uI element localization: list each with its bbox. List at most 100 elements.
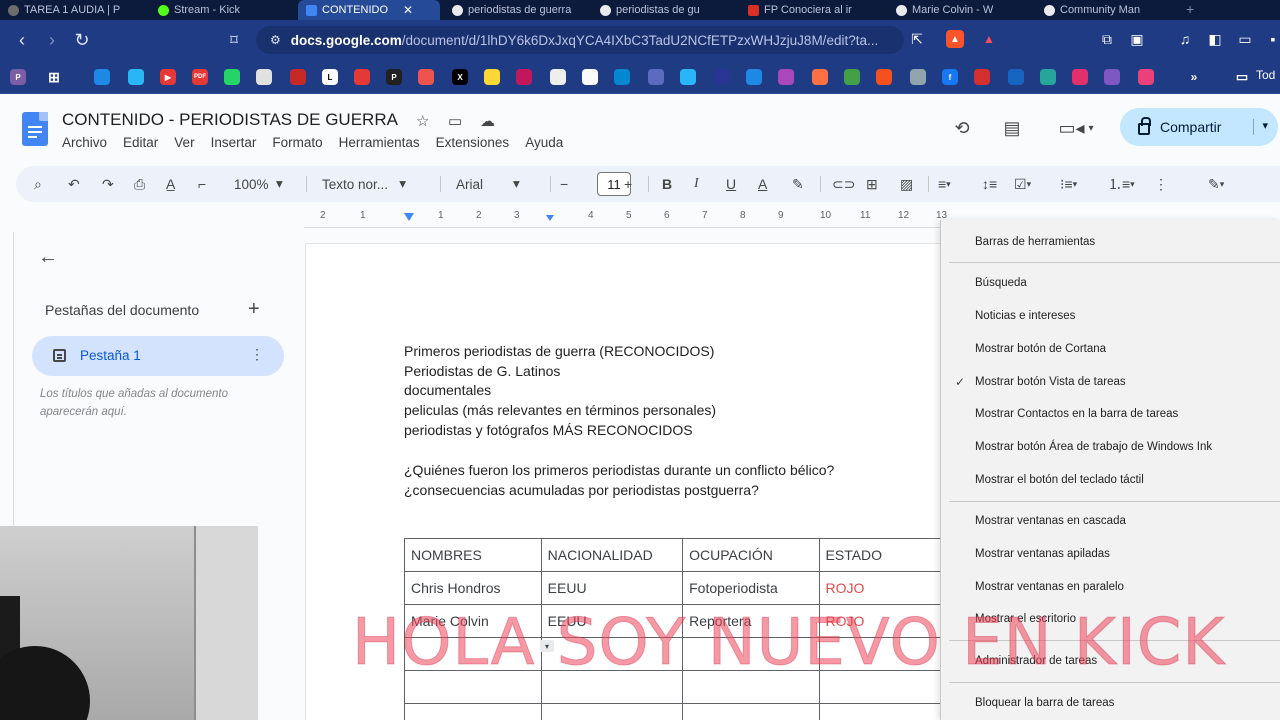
tab-stop-marker-icon[interactable] [546, 215, 554, 221]
menu-item-lock-taskbar[interactable]: Bloquear la barra de tareas [975, 697, 1114, 709]
bookmark-icon[interactable] [550, 69, 566, 85]
menu-item-contacts[interactable]: Mostrar Contactos en la barra de tareas [975, 408, 1178, 420]
bookmark-icon[interactable] [1104, 69, 1120, 85]
bookmark-icon[interactable] [290, 69, 306, 85]
table-cell[interactable]: Chris Hondros [404, 571, 542, 605]
bookmark-icon[interactable] [1138, 69, 1154, 85]
underline-icon[interactable]: U [726, 174, 736, 194]
doc-question[interactable]: ¿consecuencias acumuladas por periodista… [404, 480, 834, 500]
table-cell[interactable] [540, 703, 684, 720]
more-bookmarks-icon[interactable]: » [1186, 69, 1202, 85]
decrease-font-size-icon[interactable]: − [560, 174, 568, 194]
menu-archivo[interactable]: Archivo [62, 135, 107, 150]
numbered-list-icon[interactable]: ⒈≡ ▾ [1108, 174, 1135, 194]
browser-tab[interactable]: FP Conociera al ir [740, 0, 886, 20]
menu-item-stacked[interactable]: Mostrar ventanas apiladas [975, 548, 1110, 560]
bookmark-icon[interactable] [582, 69, 598, 85]
font-select[interactable]: Arial ▾ [456, 174, 520, 194]
highlight-icon[interactable]: ✎ [792, 174, 804, 194]
doc-line[interactable]: periodistas y fotógrafos MÁS RECONOCIDOS [404, 421, 716, 441]
bookmark-icon[interactable] [516, 69, 532, 85]
zoom-select[interactable]: 100% ▾ [234, 174, 283, 194]
menu-insertar[interactable]: Insertar [211, 135, 257, 150]
bookmark-p-icon[interactable]: P [10, 69, 26, 85]
media-icon[interactable]: ♫ [1176, 30, 1194, 48]
bulleted-list-icon[interactable]: ⁝≡ ▾ [1060, 174, 1077, 194]
menu-formato[interactable]: Formato [272, 135, 322, 150]
star-icon[interactable]: ☆ [416, 112, 429, 130]
table-header-cell[interactable]: NACIONALIDAD [540, 538, 684, 572]
add-tab-icon[interactable]: + [248, 298, 260, 321]
bookmark-icon[interactable] [680, 69, 696, 85]
bookmark-icon[interactable]: P [386, 69, 402, 85]
bookmark-icon[interactable] [812, 69, 828, 85]
bookmark-icon[interactable] [418, 69, 434, 85]
more-options-icon[interactable]: ⋮ [1154, 174, 1168, 194]
bookmark-icon[interactable] [876, 69, 892, 85]
sidebar-icon[interactable]: ◧ [1206, 30, 1224, 48]
folder-icon[interactable]: ▭ [1234, 69, 1250, 85]
screenshot-icon[interactable]: ▣ [1128, 30, 1146, 48]
text-color-icon[interactable]: A [758, 174, 767, 194]
bookmark-edge-icon[interactable] [128, 69, 144, 85]
bookmark-icon[interactable] [910, 69, 926, 85]
menu-item-task-view[interactable]: Mostrar botón Vista de tareas [975, 376, 1126, 388]
bookmark-instagram-icon[interactable] [1072, 69, 1088, 85]
bookmark-facebook-icon[interactable]: f [942, 69, 958, 85]
menu-item-cascade[interactable]: Mostrar ventanas en cascada [975, 515, 1126, 527]
reload-icon[interactable]: ↻ [70, 28, 94, 52]
tab-options-icon[interactable]: ⋮ [250, 346, 264, 363]
menu-item-toolbars[interactable]: Barras de herramientas [975, 236, 1095, 248]
brave-shields-icon[interactable]: ▲ [946, 30, 964, 48]
table-cell[interactable] [404, 703, 542, 720]
browser-tab-active[interactable]: CONTENIDO ✕ [298, 0, 440, 20]
docs-logo-icon[interactable] [22, 112, 48, 146]
bookmark-icon[interactable] [484, 69, 500, 85]
menu-ayuda[interactable]: Ayuda [525, 135, 563, 150]
comments-icon[interactable]: ▤ [998, 114, 1026, 142]
table-cell[interactable]: EEUU [540, 571, 684, 605]
redo-icon[interactable]: ↷ [102, 174, 114, 194]
bookmark-icon[interactable] [746, 69, 762, 85]
bookmark-x-icon[interactable]: X [452, 69, 468, 85]
doc-line[interactable]: peliculas (más relevantes en términos pe… [404, 401, 716, 421]
browser-tab[interactable]: periodistas de guerra [444, 0, 590, 20]
menu-item-windows-ink[interactable]: Mostrar botón Área de trabajo de Windows… [975, 441, 1212, 453]
browser-tab[interactable]: Marie Colvin - W [888, 0, 1034, 20]
menu-item-cortana[interactable]: Mostrar botón de Cortana [975, 343, 1106, 355]
add-comment-icon[interactable]: ⊞ [866, 174, 878, 194]
share-dropdown-icon[interactable]: ▾ [1253, 119, 1268, 135]
italic-icon[interactable]: I [694, 174, 699, 194]
apps-grid-icon[interactable]: ⊞ [46, 69, 62, 85]
checklist-icon[interactable]: ☑ ▾ [1014, 174, 1031, 194]
close-sidebar-arrow-icon[interactable]: ← [38, 246, 58, 269]
new-tab-icon[interactable]: + [1186, 1, 1194, 17]
doc-line[interactable]: Periodistas de G. Latinos [404, 362, 716, 382]
menu-ver[interactable]: Ver [174, 135, 194, 150]
menu-herramientas[interactable]: Herramientas [339, 135, 420, 150]
menu-extensiones[interactable]: Extensiones [436, 135, 510, 150]
browser-tab[interactable]: Stream - Kick [150, 0, 296, 20]
bookmark-cloud-icon[interactable] [94, 69, 110, 85]
paint-format-icon[interactable]: ⌐ [198, 174, 206, 194]
bookmark-icon[interactable] [778, 69, 794, 85]
bookmark-icon[interactable] [1040, 69, 1056, 85]
undo-icon[interactable]: ↶ [68, 174, 80, 194]
bookmark-pdf-icon[interactable]: PDF [192, 69, 208, 85]
close-tab-icon[interactable]: ✕ [403, 3, 413, 17]
table-header-cell[interactable]: OCUPACIÓN [682, 538, 820, 572]
browser-tab[interactable]: TAREA 1 AUDIA | P [0, 0, 150, 20]
share-page-icon[interactable]: ⇱ [908, 30, 926, 48]
paragraph-style-select[interactable]: Texto nor... ▾ [322, 174, 406, 194]
bookmark-icon[interactable] [1008, 69, 1024, 85]
horizontal-ruler[interactable]: 2 1 1 2 3 4 5 6 7 8 9 10 11 12 13 [304, 206, 947, 228]
link-icon[interactable]: ⊂⊃ [832, 174, 855, 194]
search-menus-icon[interactable]: ⌕ [34, 174, 42, 194]
line-spacing-icon[interactable]: ↕≡ [982, 174, 997, 194]
wallet-icon[interactable]: ▭ [1236, 30, 1254, 48]
table-cell[interactable] [818, 703, 946, 720]
bookmark-whatsapp-icon[interactable] [224, 69, 240, 85]
meet-icon[interactable]: ▭◂ ▾ [1054, 114, 1098, 142]
bookmark-icon[interactable] [974, 69, 990, 85]
bookmark-icon[interactable] [844, 69, 860, 85]
